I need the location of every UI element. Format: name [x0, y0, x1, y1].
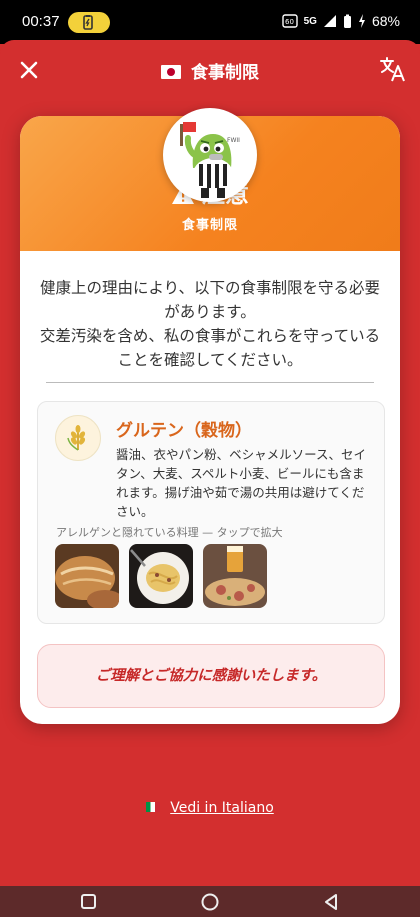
dietary-card: 注意 食事制限 健康上の理由により、以下の食事制限を守る必要があります。 交差汚… [20, 116, 400, 724]
allergen-description: 醤油、衣やパン粉、ベシャメルソース、セイタン、大麦、スペルト小麦、ビールにも含ま… [116, 447, 367, 519]
svg-text:FWII: FWII [227, 137, 240, 144]
dish-thumbnails [55, 544, 267, 608]
back-button[interactable] [321, 892, 341, 912]
battery-saver-badge [68, 12, 110, 33]
status-time: 00:37 [22, 13, 60, 30]
bread-thumbnail[interactable] [55, 544, 119, 608]
intro-text: 健康上の理由により、以下の食事制限を守る必要があります。 交差汚染を含め、私の食… [38, 276, 382, 372]
thanks-banner: ご理解とご協力に感謝いたします。 [37, 644, 385, 708]
intro-line-1: 健康上の理由により、以下の食事制限を守る必要があります。 [39, 279, 381, 321]
recents-button[interactable] [79, 892, 99, 912]
back-icon [325, 894, 337, 910]
charging-icon [358, 14, 365, 28]
network-type: 5G [303, 15, 317, 27]
wheat-icon [55, 415, 101, 461]
pizza-beer-thumbnail[interactable] [203, 544, 267, 608]
signal-icon [323, 15, 336, 27]
translate-button[interactable] [378, 54, 408, 84]
status-icons: 60 5G 68% [281, 13, 400, 29]
home-icon [201, 893, 219, 911]
page-title: 食事制限 [0, 58, 420, 83]
allergen-name: グルテン（穀物） [116, 421, 252, 441]
intro-line-2: 交差汚染を含め、私の食事がこれらを守っていることを確認してください。 [39, 327, 381, 369]
italy-flag-icon [146, 802, 161, 812]
view-in-italian-link[interactable]: Vedi in Italiano [0, 800, 420, 816]
status-bar: 00:37 60 5G 68% [0, 0, 420, 44]
hidden-dishes-label: アレルゲンと隠れている料理 — タップで拡大 [56, 526, 283, 539]
page-title-text: 食事制限 [191, 63, 259, 83]
view-in-italian-label: Vedi in Italiano [170, 800, 274, 816]
battery-percent: 68% [371, 13, 400, 29]
japan-flag-icon [161, 65, 181, 79]
warning-subtitle: 食事制限 [181, 218, 238, 233]
divider [46, 382, 374, 383]
carbonara-thumbnail[interactable] [129, 544, 193, 608]
referee-mascot-avatar: FWII [163, 108, 257, 202]
system-nav-bar [0, 886, 420, 917]
recents-icon [81, 894, 96, 909]
svg-text:60: 60 [285, 18, 294, 26]
battery-icon [343, 14, 351, 28]
allergen-item: グルテン（穀物） 醤油、衣やパン粉、ベシャメルソース、セイタン、大麦、スペルト小… [37, 401, 385, 624]
top-bar: 食事制限 [0, 40, 420, 102]
home-button[interactable] [200, 892, 220, 912]
translate-icon [380, 57, 405, 82]
hd-call-icon: 60 [281, 14, 298, 28]
